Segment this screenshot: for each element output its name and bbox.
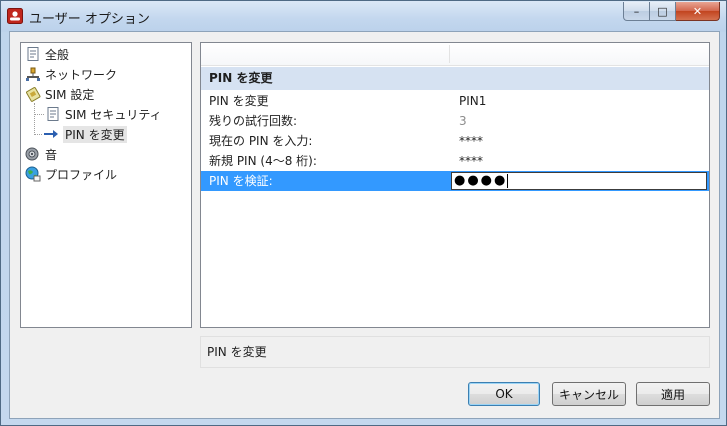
tree-item-label: SIM セキュリティ xyxy=(65,107,162,122)
document-icon xyxy=(45,106,61,122)
close-button[interactable]: ✕ xyxy=(676,2,720,21)
options-tree[interactable]: 全般 ネットワーク SIM 設定 SIM セキュリティ PIN を変更 音 プロ… xyxy=(20,42,192,328)
tree-item-sim-security[interactable]: SIM セキュリティ xyxy=(45,105,162,123)
speaker-icon xyxy=(25,146,41,162)
tree-item-general[interactable]: 全般 xyxy=(25,45,69,63)
close-icon: ✕ xyxy=(692,4,703,18)
minimize-icon: – xyxy=(633,4,640,18)
section-header: PIN を変更 xyxy=(201,67,709,90)
network-icon xyxy=(25,66,41,82)
tree-item-profile[interactable]: プロファイル xyxy=(25,165,117,183)
ok-button-label: OK xyxy=(495,387,513,401)
title-bar[interactable]: ユーザー オプション – □ ✕ xyxy=(1,1,726,31)
tree-item-sim-settings[interactable]: SIM 設定 xyxy=(25,85,94,103)
row-change-pin[interactable]: PIN を変更 PIN1 xyxy=(201,91,709,111)
arrow-right-icon xyxy=(43,126,59,142)
row-label: 新規 PIN (4～8 桁): xyxy=(209,154,317,168)
apply-button-label: 適用 xyxy=(660,387,685,402)
globe-profile-icon xyxy=(25,166,41,182)
new-pin-field[interactable]: **** xyxy=(459,151,483,171)
section-title: PIN を変更 xyxy=(209,71,273,85)
pin-type-select[interactable]: PIN1 xyxy=(459,91,486,111)
cancel-button[interactable]: キャンセル xyxy=(552,382,626,406)
verify-pin-value: ●●●● xyxy=(454,173,508,188)
minimize-button[interactable]: – xyxy=(623,2,650,21)
tree-item-label: プロファイル xyxy=(45,167,118,182)
tree-item-label: PIN を変更 xyxy=(63,125,127,143)
row-new-pin[interactable]: 新規 PIN (4～8 桁): **** xyxy=(201,151,709,171)
tree-item-label: 全般 xyxy=(45,47,70,62)
user-options-window: ユーザー オプション – □ ✕ 全般 ネットワーク SIM 設定 SIM セキ… xyxy=(0,0,727,426)
app-logo-icon xyxy=(7,8,23,24)
description-text: PIN を変更 xyxy=(207,345,267,359)
cancel-button-label: キャンセル xyxy=(558,387,619,402)
dialog-body: 全般 ネットワーク SIM 設定 SIM セキュリティ PIN を変更 音 プロ… xyxy=(9,31,720,419)
grid-header xyxy=(201,43,709,66)
tree-item-network[interactable]: ネットワーク xyxy=(25,65,117,83)
window-title: ユーザー オプション xyxy=(29,12,150,27)
row-remaining-attempts: 残りの試行回数: 3 xyxy=(201,111,709,131)
apply-button[interactable]: 適用 xyxy=(636,382,710,406)
row-verify-pin[interactable]: PIN を検証: ●●●● xyxy=(201,171,709,191)
remaining-attempts-value: 3 xyxy=(459,114,467,128)
row-label: 現在の PIN を入力: xyxy=(209,134,313,148)
property-grid: PIN を変更 PIN を変更 PIN1 残りの試行回数: 3 現在の PIN … xyxy=(200,42,710,328)
ok-button[interactable]: OK xyxy=(468,382,540,406)
tree-item-label: SIM 設定 xyxy=(45,87,95,102)
document-icon xyxy=(25,46,41,62)
sim-card-icon xyxy=(25,86,41,102)
current-pin-field[interactable]: **** xyxy=(459,131,483,151)
maximize-icon: □ xyxy=(657,4,668,18)
tree-item-change-pin[interactable]: PIN を変更 xyxy=(43,125,127,143)
row-label: PIN を変更 xyxy=(209,94,269,108)
description-box: PIN を変更 xyxy=(200,336,710,368)
row-label: PIN を検証: xyxy=(209,174,273,188)
tree-item-sound[interactable]: 音 xyxy=(25,145,57,163)
text-caret xyxy=(507,173,509,188)
row-label: 残りの試行回数: xyxy=(209,114,298,128)
row-current-pin[interactable]: 現在の PIN を入力: **** xyxy=(201,131,709,151)
maximize-button[interactable]: □ xyxy=(650,2,676,21)
tree-item-label: 音 xyxy=(45,147,58,162)
verify-pin-field[interactable]: ●●●● xyxy=(451,172,707,190)
tree-item-label: ネットワーク xyxy=(45,67,118,82)
